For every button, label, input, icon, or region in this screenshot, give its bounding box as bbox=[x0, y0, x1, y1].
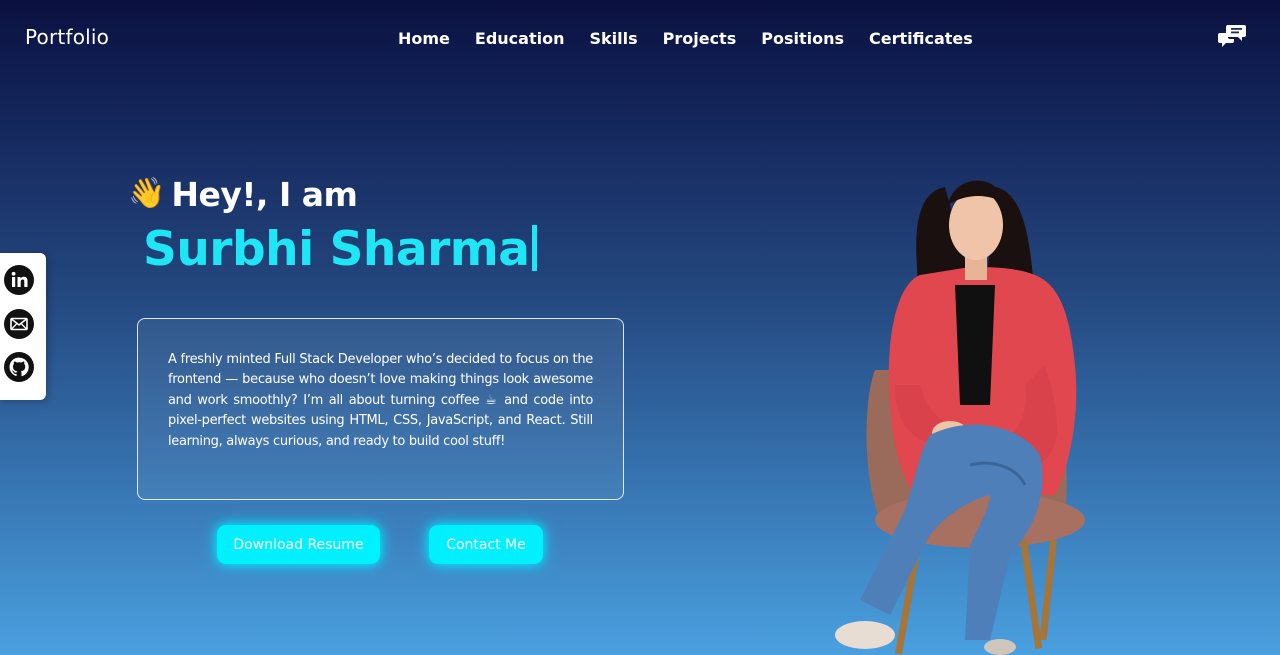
contact-me-button[interactable]: Contact Me bbox=[429, 525, 543, 564]
nav-link-education[interactable]: Education bbox=[475, 29, 565, 48]
linkedin-icon[interactable] bbox=[4, 265, 34, 295]
social-sidebar bbox=[0, 253, 46, 400]
nav-link-certificates[interactable]: Certificates bbox=[869, 29, 973, 48]
about-card: A freshly minted Full Stack Developer wh… bbox=[137, 318, 624, 500]
navbar: Portfolio Home Education Skills Projects… bbox=[0, 0, 1280, 78]
nav-link-positions[interactable]: Positions bbox=[761, 29, 844, 48]
chat-bubbles-icon[interactable] bbox=[1218, 23, 1246, 49]
nav-links: Home Education Skills Projects Positions… bbox=[398, 29, 998, 48]
download-resume-button[interactable]: Download Resume bbox=[217, 525, 380, 564]
github-icon[interactable] bbox=[4, 352, 34, 382]
hero-name: Surbhi Sharma bbox=[143, 222, 538, 277]
nav-link-projects[interactable]: Projects bbox=[663, 29, 737, 48]
hero-name-text: Surbhi Sharma bbox=[143, 222, 530, 277]
hero-greeting: 👋 Hey!, I am bbox=[128, 174, 358, 214]
profile-photo bbox=[835, 180, 1085, 655]
typing-cursor bbox=[532, 225, 538, 271]
mail-icon[interactable] bbox=[4, 309, 34, 339]
about-text: A freshly minted Full Stack Developer wh… bbox=[168, 352, 593, 449]
brand-logo[interactable]: Portfolio bbox=[25, 25, 109, 49]
waving-hand-icon: 👋 bbox=[128, 176, 166, 211]
nav-link-skills[interactable]: Skills bbox=[589, 29, 637, 48]
greeting-text: Hey!, I am bbox=[171, 174, 358, 214]
nav-link-home[interactable]: Home bbox=[398, 29, 450, 48]
